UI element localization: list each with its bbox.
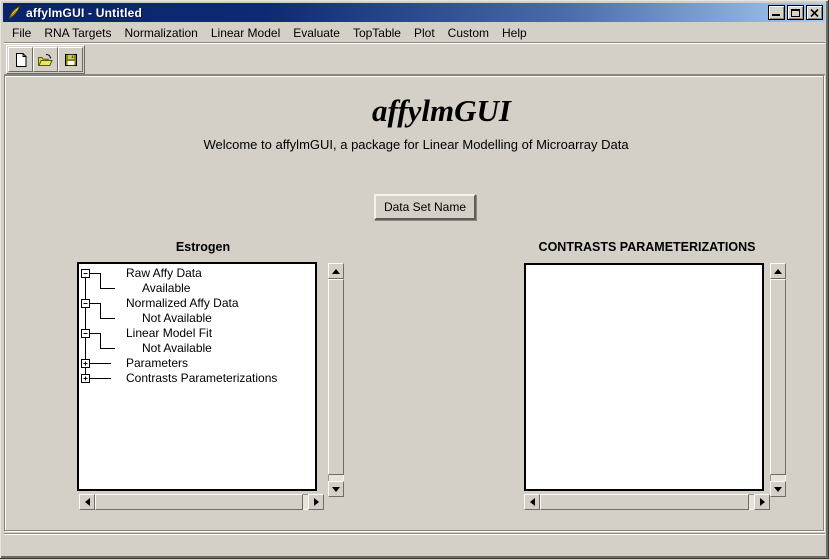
save-icon <box>63 52 79 68</box>
close-icon <box>810 9 819 17</box>
tree-item[interactable]: Raw Affy Data <box>126 266 202 281</box>
menu-item-rna-targets[interactable]: RNA Targets <box>38 25 117 41</box>
scrollbar-thumb[interactable] <box>95 494 303 510</box>
right-panel-title: CONTRASTS PARAMETERIZATIONS <box>524 240 770 256</box>
menu-item-file[interactable]: File <box>6 25 37 41</box>
status-tree: Raw Affy Data Available Normalized Affy … <box>79 264 315 489</box>
scroll-left-icon <box>530 498 535 506</box>
left-horizontal-scrollbar[interactable] <box>79 494 324 510</box>
scroll-left-button[interactable] <box>79 494 95 510</box>
tree-item-status[interactable]: Not Available <box>142 311 212 326</box>
open-file-button[interactable] <box>33 47 58 72</box>
window-title: affylmGUI - Untitled <box>26 6 142 20</box>
right-horizontal-scrollbar[interactable] <box>524 494 770 510</box>
scroll-right-icon <box>314 498 319 506</box>
scroll-left-button[interactable] <box>524 494 540 510</box>
menu-item-linear-model[interactable]: Linear Model <box>205 25 286 41</box>
scroll-right-button[interactable] <box>308 494 324 510</box>
tree-item[interactable]: Contrasts Parameterizations <box>126 371 277 386</box>
tk-feather-icon <box>7 5 22 20</box>
title-bar[interactable]: affylmGUI - Untitled <box>3 3 825 22</box>
menu-bar: File RNA Targets Normalization Linear Mo… <box>4 24 825 41</box>
tree-item[interactable]: Linear Model Fit <box>126 326 212 341</box>
scroll-right-button[interactable] <box>754 494 770 510</box>
minimize-icon <box>772 14 780 16</box>
status-divider <box>4 533 825 535</box>
left-vertical-scrollbar[interactable] <box>328 263 344 497</box>
tree-item[interactable]: Normalized Affy Data <box>126 296 239 311</box>
main-content: affylmGUI Welcome to affylmGUI, a packag… <box>4 75 824 531</box>
welcome-text: Welcome to affylmGUI, a package for Line… <box>5 137 823 152</box>
scroll-down-button[interactable] <box>770 481 786 497</box>
close-button[interactable] <box>806 5 823 20</box>
contrasts-listbox[interactable] <box>524 263 764 491</box>
minimize-button[interactable] <box>768 5 785 20</box>
toolbar <box>4 42 825 75</box>
scroll-up-button[interactable] <box>328 263 344 279</box>
scroll-up-icon <box>774 269 782 274</box>
dataset-name-button[interactable]: Data Set Name <box>374 194 476 220</box>
scroll-down-icon <box>332 487 340 492</box>
tree-item-status[interactable]: Available <box>142 281 190 296</box>
tree-item[interactable]: Parameters <box>126 356 188 371</box>
scroll-down-button[interactable] <box>328 481 344 497</box>
menu-item-plot[interactable]: Plot <box>408 25 441 41</box>
scrollbar-thumb[interactable] <box>770 279 786 475</box>
right-vertical-scrollbar[interactable] <box>770 263 786 497</box>
save-file-button[interactable] <box>58 47 83 72</box>
scroll-left-icon <box>85 498 90 506</box>
status-tree-listbox[interactable]: Raw Affy Data Available Normalized Affy … <box>77 262 317 491</box>
toolbar-button-group <box>6 45 85 74</box>
scroll-up-button[interactable] <box>770 263 786 279</box>
app-window: affylmGUI - Untitled File RNA Targets No… <box>0 0 829 559</box>
left-panel-title: Estrogen <box>77 240 329 256</box>
menu-item-custom[interactable]: Custom <box>442 25 495 41</box>
scrollbar-thumb[interactable] <box>328 279 344 475</box>
window-controls <box>766 5 823 20</box>
new-file-icon <box>13 52 29 68</box>
menu-item-toptable[interactable]: TopTable <box>347 25 407 41</box>
scrollbar-thumb[interactable] <box>540 494 749 510</box>
scroll-down-icon <box>774 487 782 492</box>
scroll-right-icon <box>760 498 765 506</box>
app-heading: affylmGUI <box>5 95 823 127</box>
scroll-up-icon <box>332 269 340 274</box>
status-bar <box>4 536 825 554</box>
new-file-button[interactable] <box>8 47 33 72</box>
maximize-icon <box>791 9 800 17</box>
tree-item-status[interactable]: Not Available <box>142 341 212 356</box>
maximize-button[interactable] <box>787 5 804 20</box>
menu-item-normalization[interactable]: Normalization <box>119 25 204 41</box>
menu-item-evaluate[interactable]: Evaluate <box>287 25 346 41</box>
menu-item-help[interactable]: Help <box>496 25 533 41</box>
open-folder-icon <box>37 52 54 68</box>
